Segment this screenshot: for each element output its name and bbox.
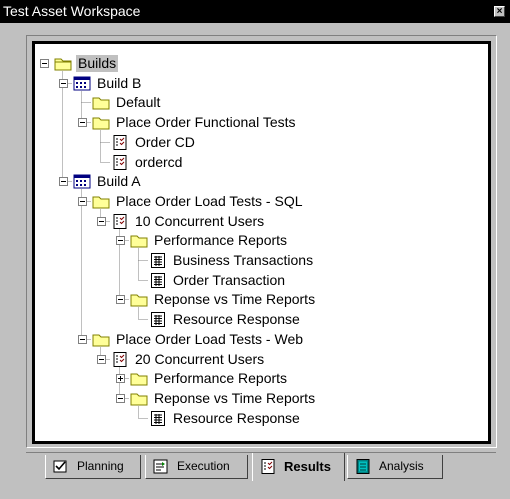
build-icon [73, 76, 91, 91]
tree-node-label: Business Transactions [173, 252, 314, 268]
close-button[interactable]: × [494, 6, 505, 17]
folder-icon [130, 391, 148, 406]
tree-node-label: Performance Reports [154, 232, 288, 249]
planning-icon [53, 459, 69, 474]
tree-node-label: Order CD [135, 133, 195, 150]
folder-icon [92, 194, 110, 209]
tree-node-label: ordercd [135, 153, 183, 170]
collapse-icon[interactable] [78, 118, 87, 128]
root-folder-icon [54, 56, 72, 71]
analysis-icon [355, 459, 371, 474]
tree-node-label: Place Order Load Tests - Web [116, 330, 304, 347]
tab-label: Results [284, 459, 331, 474]
collapse-icon[interactable] [116, 236, 125, 246]
tab-execution[interactable]: Execution [145, 455, 248, 479]
tree-node-label: Build A [97, 173, 141, 190]
execution-icon [153, 459, 169, 474]
tree-node-label: Build B [97, 74, 142, 91]
test-log-icon [111, 351, 129, 367]
tab-label: Analysis [379, 459, 424, 473]
window-title: Test Asset Workspace [3, 3, 141, 19]
test-log-icon [111, 213, 129, 229]
folder-icon [130, 292, 148, 307]
collapse-icon[interactable] [40, 59, 49, 68]
results-icon [260, 459, 276, 474]
tree-node-label: Builds [76, 55, 119, 72]
tree-node-label: Resource Response [173, 409, 300, 426]
title-bar[interactable]: Test Asset Workspace × [0, 0, 510, 23]
report-icon [149, 410, 167, 426]
collapse-icon[interactable] [97, 354, 106, 364]
tree-node-label: Place Order Functional Tests [116, 114, 296, 131]
tab-results[interactable]: Results [252, 453, 345, 481]
tree-node-label: Order Transaction [173, 271, 286, 288]
collapse-icon[interactable] [59, 177, 68, 187]
tree-node-label: Reponse vs Time Reports [154, 389, 316, 406]
test-log-icon [111, 134, 129, 150]
folder-icon [92, 95, 110, 110]
build-icon [73, 174, 91, 189]
collapse-icon[interactable] [78, 196, 87, 206]
tab-analysis[interactable]: Analysis [347, 455, 443, 479]
test-log-icon [111, 154, 129, 170]
tree-node-label: Resource Response [173, 311, 300, 328]
tree-node-label: Default [116, 94, 161, 111]
tree-node-label: Performance Reports [154, 370, 288, 387]
tab-planning[interactable]: Planning [45, 455, 141, 479]
collapse-icon[interactable] [97, 216, 106, 226]
tree-node-label: Reponse vs Time Reports [154, 291, 316, 308]
expand-icon[interactable] [116, 374, 125, 384]
collapse-icon[interactable] [59, 78, 68, 88]
tab-label: Planning [77, 459, 124, 473]
close-icon: × [496, 6, 503, 17]
report-icon [149, 253, 167, 268]
asset-tree-panel[interactable]: Builds Build B Default Place Order Function… [32, 41, 491, 444]
collapse-icon[interactable] [78, 334, 87, 344]
tree-node-label: Place Order Load Tests - SQL [116, 192, 303, 209]
folder-icon [92, 115, 110, 130]
tree-node-label: 20 Concurrent Users [135, 350, 265, 367]
collapse-icon[interactable] [116, 393, 125, 403]
folder-icon [92, 332, 110, 347]
report-icon [149, 272, 167, 288]
folder-icon [130, 233, 148, 248]
folder-icon [130, 371, 148, 386]
report-icon [149, 312, 167, 328]
tree-node-label: 10 Concurrent Users [135, 212, 265, 229]
collapse-icon[interactable] [116, 295, 125, 305]
tab-label: Execution [177, 459, 230, 473]
test-asset-workspace-window: Test Asset Workspace × Builds Build B Defa… [0, 0, 510, 499]
